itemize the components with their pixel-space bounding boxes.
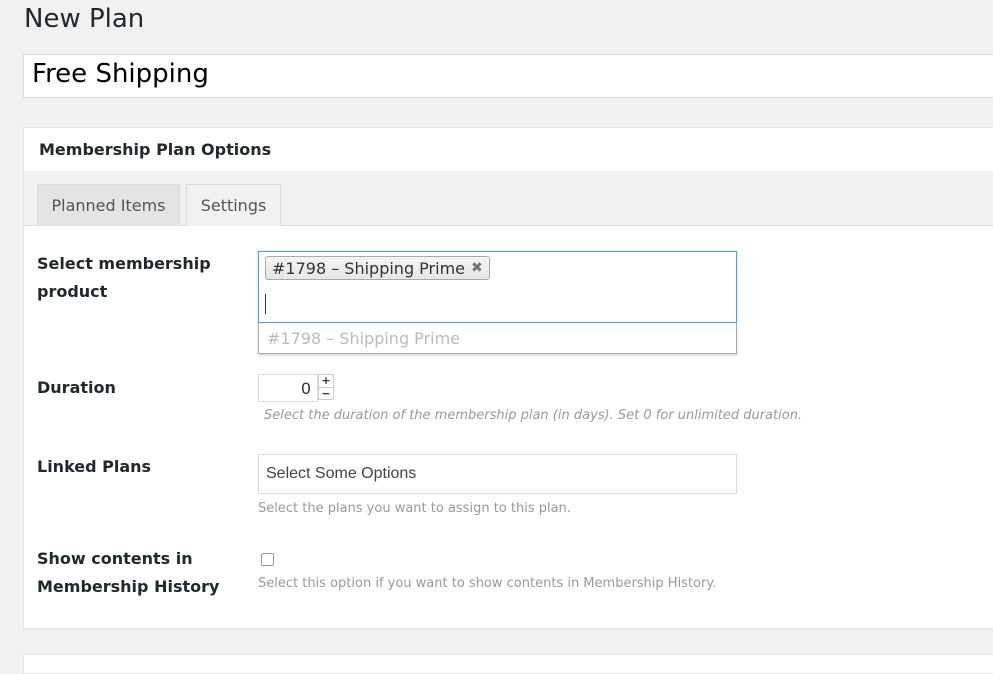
text-caret [265, 294, 266, 314]
selected-product-chip-label: #1798 – Shipping Prime [272, 258, 465, 278]
plan-title-input[interactable]: Free Shipping [23, 54, 993, 98]
linked-plans-label: Linked Plans [37, 457, 152, 476]
selected-product-chip: #1798 – Shipping Prime ✖ [265, 256, 490, 280]
tabs-bar: Planned Items Settings [24, 172, 993, 226]
page-title: New Plan [24, 4, 145, 34]
select-membership-product-label: Select membership product [37, 254, 211, 301]
duration-help-text: Select the duration of the membership pl… [264, 408, 803, 423]
membership-plan-options-box: Membership Plan Options Planned Items Se… [23, 127, 993, 629]
tab-settings[interactable]: Settings [186, 184, 281, 226]
close-icon[interactable]: ✖ [471, 260, 483, 276]
duration-input[interactable]: 0 [258, 374, 318, 402]
tab-planned-items[interactable]: Planned Items [37, 184, 180, 226]
postbox-heading: Membership Plan Options [24, 128, 993, 172]
duration-stepper: + − [318, 374, 334, 400]
show-contents-checkbox[interactable] [261, 553, 274, 566]
next-postbox [23, 654, 993, 674]
plan-title-value: Free Shipping [32, 59, 209, 89]
linked-plans-help-text: Select the plans you want to assign to t… [258, 501, 571, 516]
show-contents-label: Show contents in Membership History [37, 549, 220, 596]
duration-value: 0 [300, 378, 311, 398]
increment-button[interactable]: + [319, 375, 333, 387]
membership-product-select[interactable]: #1798 – Shipping Prime ✖ [258, 251, 737, 323]
product-dropdown-option[interactable]: #1798 – Shipping Prime [258, 323, 737, 354]
decrement-button[interactable]: − [319, 387, 333, 400]
show-contents-help-text: Select this option if you want to show c… [258, 576, 717, 591]
linked-plans-select[interactable]: Select Some Options [258, 454, 737, 494]
duration-label: Duration [37, 378, 116, 397]
